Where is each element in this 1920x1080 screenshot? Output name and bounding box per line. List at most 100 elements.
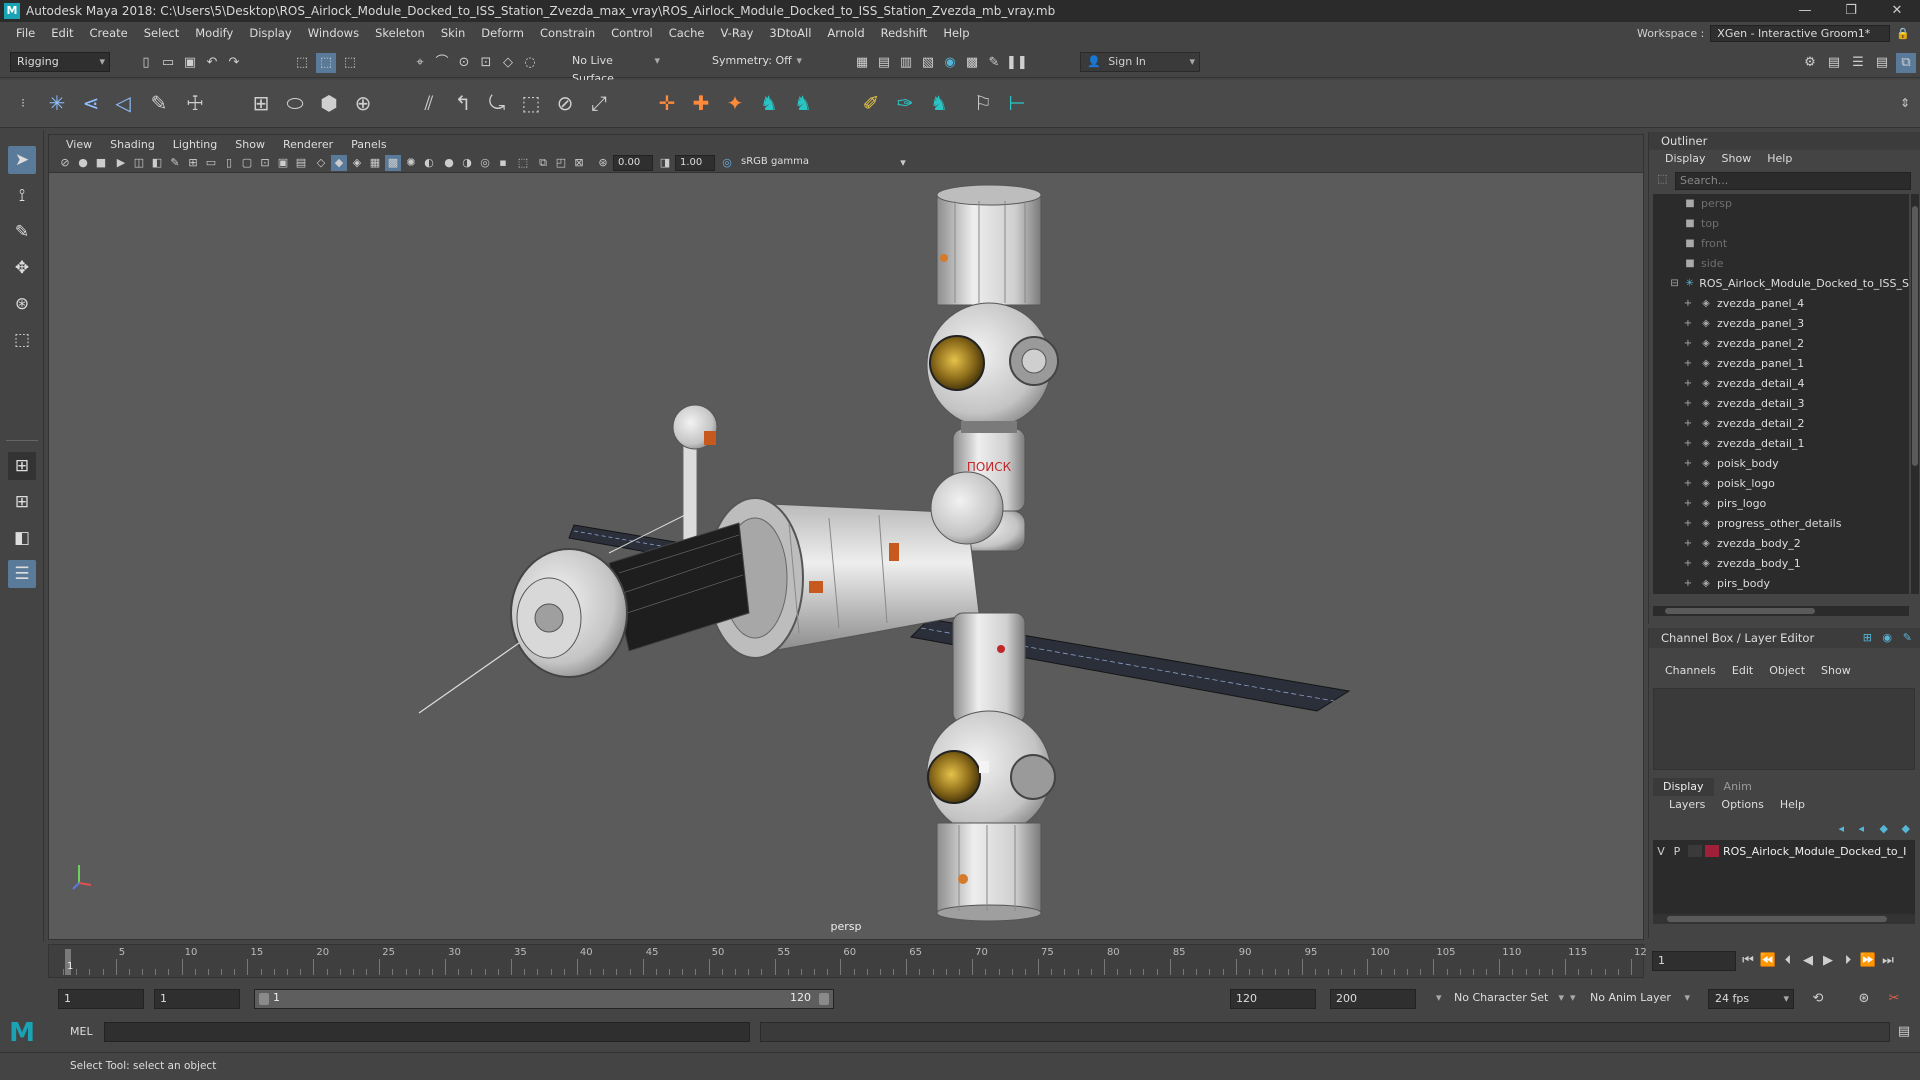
playback-start-field[interactable]: 1 — [154, 989, 240, 1009]
outliner-item-mesh[interactable]: + ◈ zvezda_detail_3 — [1653, 394, 1909, 414]
snap-vertex-icon[interactable]: ◌ — [520, 53, 540, 73]
scrollbar-thumb[interactable] — [1665, 608, 1815, 614]
menu-3dtoall[interactable]: 3DtoAll — [761, 26, 819, 40]
restore-button[interactable]: ❐ — [1828, 0, 1874, 22]
viewport-menu-renderer[interactable]: Renderer — [274, 138, 342, 151]
script-editor-icon[interactable]: ▤ — [1894, 1022, 1914, 1042]
fps-dropdown[interactable]: 24 fps — [1708, 989, 1794, 1009]
channel-menu-channels[interactable]: Channels — [1657, 662, 1724, 680]
menu-set-dropdown[interactable]: Rigging — [10, 52, 110, 72]
viewport-menu-view[interactable]: View — [57, 138, 101, 151]
outliner-item-mesh[interactable]: + ◈ poisk_body — [1653, 454, 1909, 474]
viewport-menu-show[interactable]: Show — [226, 138, 274, 151]
xray-icon[interactable]: ⬚ — [515, 155, 531, 171]
menu-skeleton[interactable]: Skeleton — [367, 26, 433, 40]
bind-skin-icon[interactable]: ✎ — [144, 88, 174, 118]
menu-deform[interactable]: Deform — [473, 26, 532, 40]
hypershade-icon[interactable]: ◉ — [940, 53, 960, 73]
workspace-dropdown[interactable]: XGen - Interactive Groom1* — [1710, 25, 1891, 42]
aim-constraint-icon[interactable]: ⊘ — [550, 88, 580, 118]
viewport-menu-shading[interactable]: Shading — [101, 138, 164, 151]
orient-constraint-icon[interactable]: ⤿ — [482, 88, 512, 118]
isolate-select-icon[interactable]: ▪ — [495, 155, 511, 171]
safe-action-icon[interactable]: ▣ — [275, 155, 291, 171]
command-input[interactable] — [104, 1022, 750, 1042]
anti-aliasing-icon[interactable]: ◑ — [459, 155, 475, 171]
snap-surface-icon[interactable]: ◇ — [498, 53, 518, 73]
expand-icon[interactable]: + — [1681, 554, 1695, 574]
depth-of-field-icon[interactable]: ◎ — [477, 155, 493, 171]
attribute-editor-toggle-icon[interactable]: ◉ — [1882, 631, 1892, 644]
select-camera-icon[interactable]: ⊘ — [57, 155, 73, 171]
symmetry-dropdown[interactable]: Symmetry: Off — [706, 52, 806, 72]
character-icon[interactable]: ✦ — [720, 88, 750, 118]
connection-editor-icon[interactable]: ⊢ — [1002, 88, 1032, 118]
outliner-toggle-icon[interactable]: ⧉ — [1896, 53, 1916, 73]
color-space-dropdown[interactable]: sRGB gamma — [737, 155, 897, 171]
paint-select-tool-icon[interactable]: ✎ — [8, 218, 36, 246]
step-forward-frame-icon[interactable]: ⏵ — [1838, 951, 1858, 971]
outliner-item-mesh[interactable]: + ◈ pirs_logo — [1653, 494, 1909, 514]
outliner-item-mesh[interactable]: + ◈ poisk_logo — [1653, 474, 1909, 494]
live-surface-field[interactable]: No Live Surface — [566, 52, 664, 85]
go-to-start-icon[interactable]: ⏮ — [1738, 951, 1758, 971]
collapse-icon[interactable]: ⊟ — [1669, 274, 1680, 294]
gate-mask-icon[interactable]: ▢ — [239, 155, 255, 171]
ik-spline-icon[interactable]: ◁ — [108, 88, 138, 118]
snap-curve-icon[interactable]: ⌒ — [432, 53, 452, 73]
safe-title-icon[interactable]: ▤ — [293, 155, 309, 171]
undo-icon[interactable]: ↶ — [202, 53, 222, 73]
motion-blur-icon[interactable]: ● — [441, 155, 457, 171]
exposure-field[interactable]: 0.00 — [613, 155, 653, 171]
menu-modify[interactable]: Modify — [187, 26, 241, 40]
expand-icon[interactable]: + — [1681, 374, 1695, 394]
outliner-menu-help[interactable]: Help — [1759, 150, 1800, 168]
menu-redshift[interactable]: Redshift — [873, 26, 936, 40]
xray-components-icon[interactable]: ◰ — [553, 155, 569, 171]
image-plane-icon[interactable]: ◫ — [131, 155, 147, 171]
menu-edit[interactable]: Edit — [43, 26, 81, 40]
select-hierarchy-icon[interactable]: ⬚ — [292, 53, 312, 73]
select-object-icon[interactable]: ⬚ — [316, 53, 336, 73]
outliner-item-side[interactable]: ■ side — [1653, 254, 1909, 274]
range-slider-fill[interactable] — [255, 990, 833, 1008]
minimize-button[interactable]: — — [1782, 0, 1828, 22]
render-frame-icon[interactable]: ▤ — [874, 53, 894, 73]
menu-create[interactable]: Create — [82, 26, 136, 40]
expand-icon[interactable]: + — [1681, 314, 1695, 334]
expand-icon[interactable]: + — [1681, 514, 1695, 534]
menu-arnold[interactable]: Arnold — [819, 26, 872, 40]
exposure-icon[interactable]: ⊛ — [595, 155, 611, 171]
expand-icon[interactable]: + — [1681, 434, 1695, 454]
pause-render-icon[interactable]: ❚❚ — [1006, 53, 1028, 73]
menu-help[interactable]: Help — [935, 26, 977, 40]
select-component-icon[interactable]: ⬚ — [340, 53, 360, 73]
point-constraint-icon[interactable]: ↰ — [448, 88, 478, 118]
tool-settings-toggle-icon[interactable]: ✎ — [1903, 631, 1912, 644]
ambient-occlusion-icon[interactable]: ◐ — [421, 155, 437, 171]
scale-tool-icon[interactable]: ⬚ — [8, 326, 36, 354]
outliner-vertical-scrollbar[interactable] — [1911, 194, 1919, 594]
use-all-lights-icon[interactable]: ▩ — [385, 155, 401, 171]
shadows-icon[interactable]: ✺ — [403, 155, 419, 171]
shelf-options-icon[interactable]: ⁝ — [8, 88, 38, 118]
vray-render-icon[interactable]: ▩ — [962, 53, 982, 73]
expand-icon[interactable]: + — [1681, 414, 1695, 434]
auto-key-icon[interactable]: ⊛ — [1854, 989, 1874, 1009]
viewport-menu-lighting[interactable]: Lighting — [164, 138, 226, 151]
save-scene-icon[interactable]: ▣ — [180, 53, 200, 73]
gamma-field[interactable]: 1.00 — [675, 155, 715, 171]
locator-icon[interactable]: ✛ — [652, 88, 682, 118]
render-settings-icon[interactable]: ▧ — [918, 53, 938, 73]
copy-weights-icon[interactable]: ✑ — [890, 88, 920, 118]
layer-menu-layers[interactable]: Layers — [1661, 796, 1713, 814]
outliner-item-mesh[interactable]: + ◈ zvezda_panel_4 — [1653, 294, 1909, 314]
loop-icon[interactable]: ⟲ — [1808, 989, 1828, 1009]
menu-windows[interactable]: Windows — [300, 26, 367, 40]
smooth-shade-icon[interactable]: ◆ — [331, 155, 347, 171]
blend-shape-icon[interactable]: ⬢ — [314, 88, 344, 118]
viewport-menu-panels[interactable]: Panels — [342, 138, 395, 151]
snap-grid-icon[interactable]: ⌖ — [410, 53, 430, 73]
close-button[interactable]: ✕ — [1874, 0, 1920, 22]
menu-cache[interactable]: Cache — [661, 26, 713, 40]
